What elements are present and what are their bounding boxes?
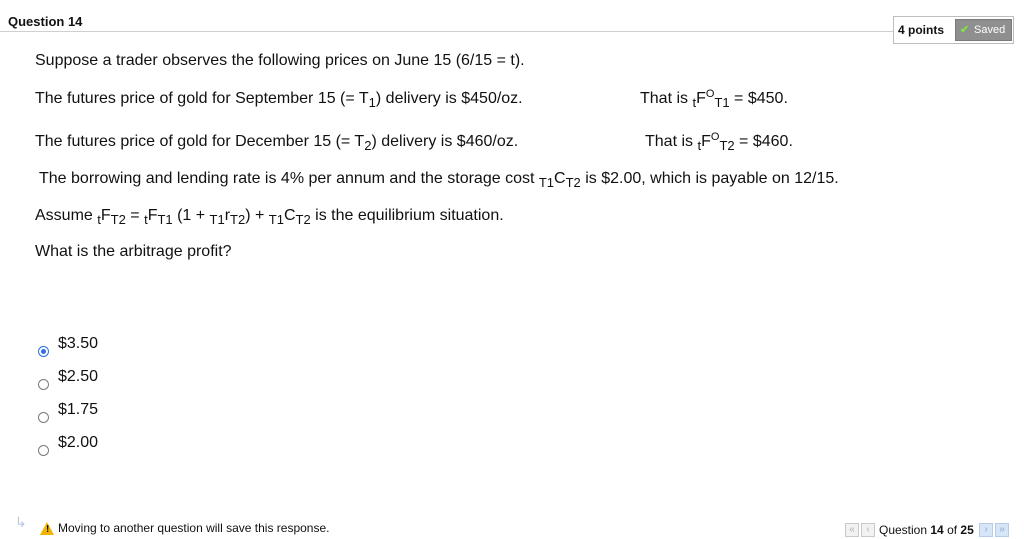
question-line-3-right: That is tFOT2 = $460. bbox=[645, 131, 793, 153]
question-line-1: Suppose a trader observes the following … bbox=[35, 52, 525, 69]
points-box: 4 points ✔ Saved bbox=[893, 16, 1014, 44]
question-line-6: What is the arbitrage profit? bbox=[35, 243, 232, 260]
option-label[interactable]: $2.50 bbox=[58, 368, 98, 386]
radio-button[interactable] bbox=[38, 346, 49, 357]
question-title: Question 14 bbox=[8, 14, 83, 29]
next-question-button[interactable]: › bbox=[979, 523, 993, 537]
option-label[interactable]: $3.50 bbox=[58, 335, 98, 353]
question-line-2: The futures price of gold for September … bbox=[35, 90, 523, 110]
question-line-4: The borrowing and lending rate is 4% per… bbox=[39, 170, 839, 190]
radio-button[interactable] bbox=[38, 445, 49, 456]
option-label[interactable]: $1.75 bbox=[58, 401, 98, 419]
saved-badge: ✔ Saved bbox=[955, 19, 1012, 41]
previous-question-button[interactable]: ‹ bbox=[861, 523, 875, 537]
header-divider bbox=[0, 31, 895, 32]
warning-exclamation: ! bbox=[46, 524, 50, 535]
return-arrow-icon: ↳ bbox=[15, 514, 27, 530]
first-question-button[interactable]: « bbox=[845, 523, 859, 537]
question-line-3: The futures price of gold for December 1… bbox=[35, 133, 519, 153]
question-counter: Question 14 of 25 bbox=[879, 523, 974, 537]
points-label: 4 points bbox=[898, 23, 945, 37]
radio-button[interactable] bbox=[38, 379, 49, 390]
save-warning: Moving to another question will save thi… bbox=[58, 521, 330, 535]
option-label[interactable]: $2.00 bbox=[58, 434, 98, 452]
saved-label: Saved bbox=[974, 24, 1006, 36]
question-line-5: Assume tFT2 = tFT1 (1 + T1rT2) + T1CT2 i… bbox=[35, 207, 504, 227]
last-question-button[interactable]: » bbox=[995, 523, 1009, 537]
radio-button[interactable] bbox=[38, 412, 49, 423]
question-line-2-right: That is tFOT1 = $450. bbox=[640, 88, 788, 110]
check-icon: ✔ bbox=[960, 24, 970, 36]
